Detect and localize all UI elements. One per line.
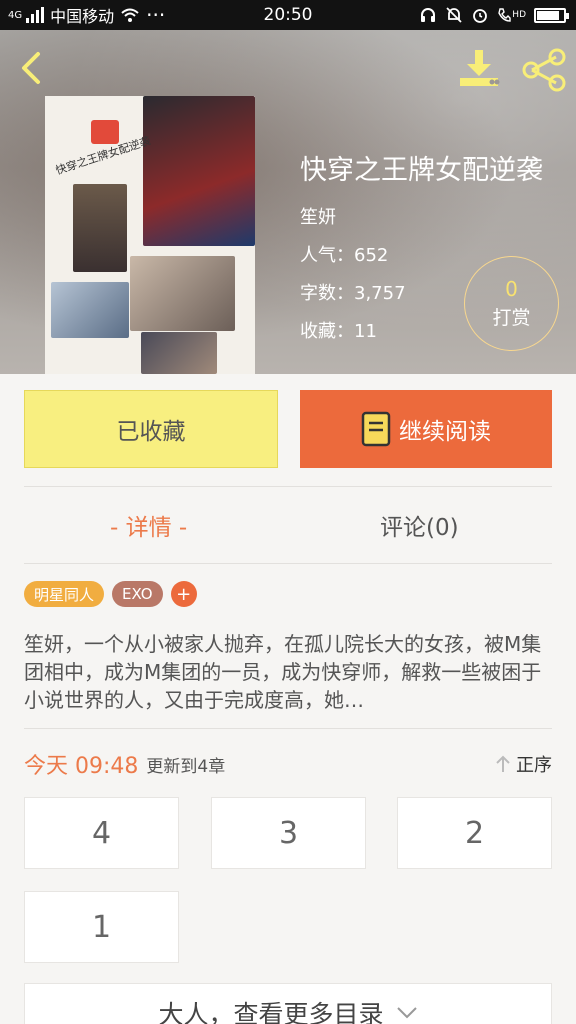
bell-off-icon <box>446 7 462 23</box>
signal-icon <box>26 7 45 23</box>
tip-button[interactable]: 0 打赏 <box>464 256 559 351</box>
cake-icon <box>91 120 119 144</box>
collected-button[interactable]: 已收藏 <box>24 390 278 468</box>
tip-count: 0 <box>505 277 518 301</box>
tab-comments[interactable]: 评论(0) <box>380 508 459 542</box>
book-synopsis[interactable]: 笙妍，一个从小被家人抛弃，在孤儿院长大的女孩，被M集团相中，成为M集团的一员，成… <box>24 630 554 714</box>
update-info: 今天 09:48 更新到4章 正序 <box>24 748 552 780</box>
share-icon[interactable] <box>520 48 568 92</box>
hd-call-icon: HD <box>497 7 526 23</box>
book-title: 快穿之王牌女配逆袭 <box>300 155 543 186</box>
back-icon[interactable] <box>12 48 52 88</box>
battery-icon <box>534 7 569 23</box>
collected-label: 已收藏 <box>116 419 186 445</box>
divider <box>24 486 552 487</box>
book-icon <box>361 411 391 447</box>
tag-exo[interactable]: EXO <box>112 581 163 607</box>
network-type: 4G <box>8 9 23 21</box>
alarm-icon <box>473 9 488 23</box>
clock: 20:50 <box>263 5 313 25</box>
continue-reading-label: 继续阅读 <box>399 419 491 445</box>
tag-list: 明星同人 EXO + <box>24 581 197 607</box>
add-tag-button[interactable]: + <box>170 581 197 607</box>
chapter-item[interactable]: 4 <box>24 797 179 869</box>
wifi-icon <box>121 8 139 22</box>
chapter-item[interactable]: 3 <box>211 797 366 869</box>
carrier-name: 中国移动 <box>50 7 115 26</box>
book-author[interactable]: 笙妍 <box>300 203 543 229</box>
arrow-up-icon <box>496 755 510 772</box>
more-dots: ··· <box>146 3 166 27</box>
tag-celebrity-fanfic[interactable]: 明星同人 <box>24 581 105 607</box>
more-chapters-label: 大人，查看更多目录 <box>158 1000 384 1024</box>
headset-icon <box>421 8 436 22</box>
book-cover[interactable]: 快穿之王牌女配逆袭 <box>45 96 255 374</box>
update-chapter: 更新到4章 <box>146 756 226 777</box>
sort-label: 正序 <box>516 755 552 776</box>
sort-toggle[interactable]: 正序 <box>494 751 552 777</box>
book-header: 快穿之王牌女配逆袭 快穿之王牌女配逆袭 笙妍 人气：652 字数：3,757 收… <box>0 30 576 374</box>
continue-reading-button[interactable]: 继续阅读 <box>300 390 552 468</box>
chapter-item[interactable]: 1 <box>24 891 179 963</box>
more-chapters-button[interactable]: 大人，查看更多目录 <box>24 983 552 1024</box>
chapter-item[interactable]: 2 <box>397 797 552 869</box>
chevron-down-icon <box>396 1007 417 1019</box>
divider <box>24 563 552 564</box>
tab-detail[interactable]: - 详情 - <box>110 508 187 542</box>
divider <box>24 728 552 729</box>
tip-label: 打赏 <box>492 307 531 329</box>
hd-label: HD <box>512 10 526 20</box>
status-bar: 4G 中国移动 ··· 20:50 HD <box>0 0 576 30</box>
update-time: 今天 09:48 <box>24 754 139 779</box>
download-icon[interactable] <box>456 48 502 90</box>
